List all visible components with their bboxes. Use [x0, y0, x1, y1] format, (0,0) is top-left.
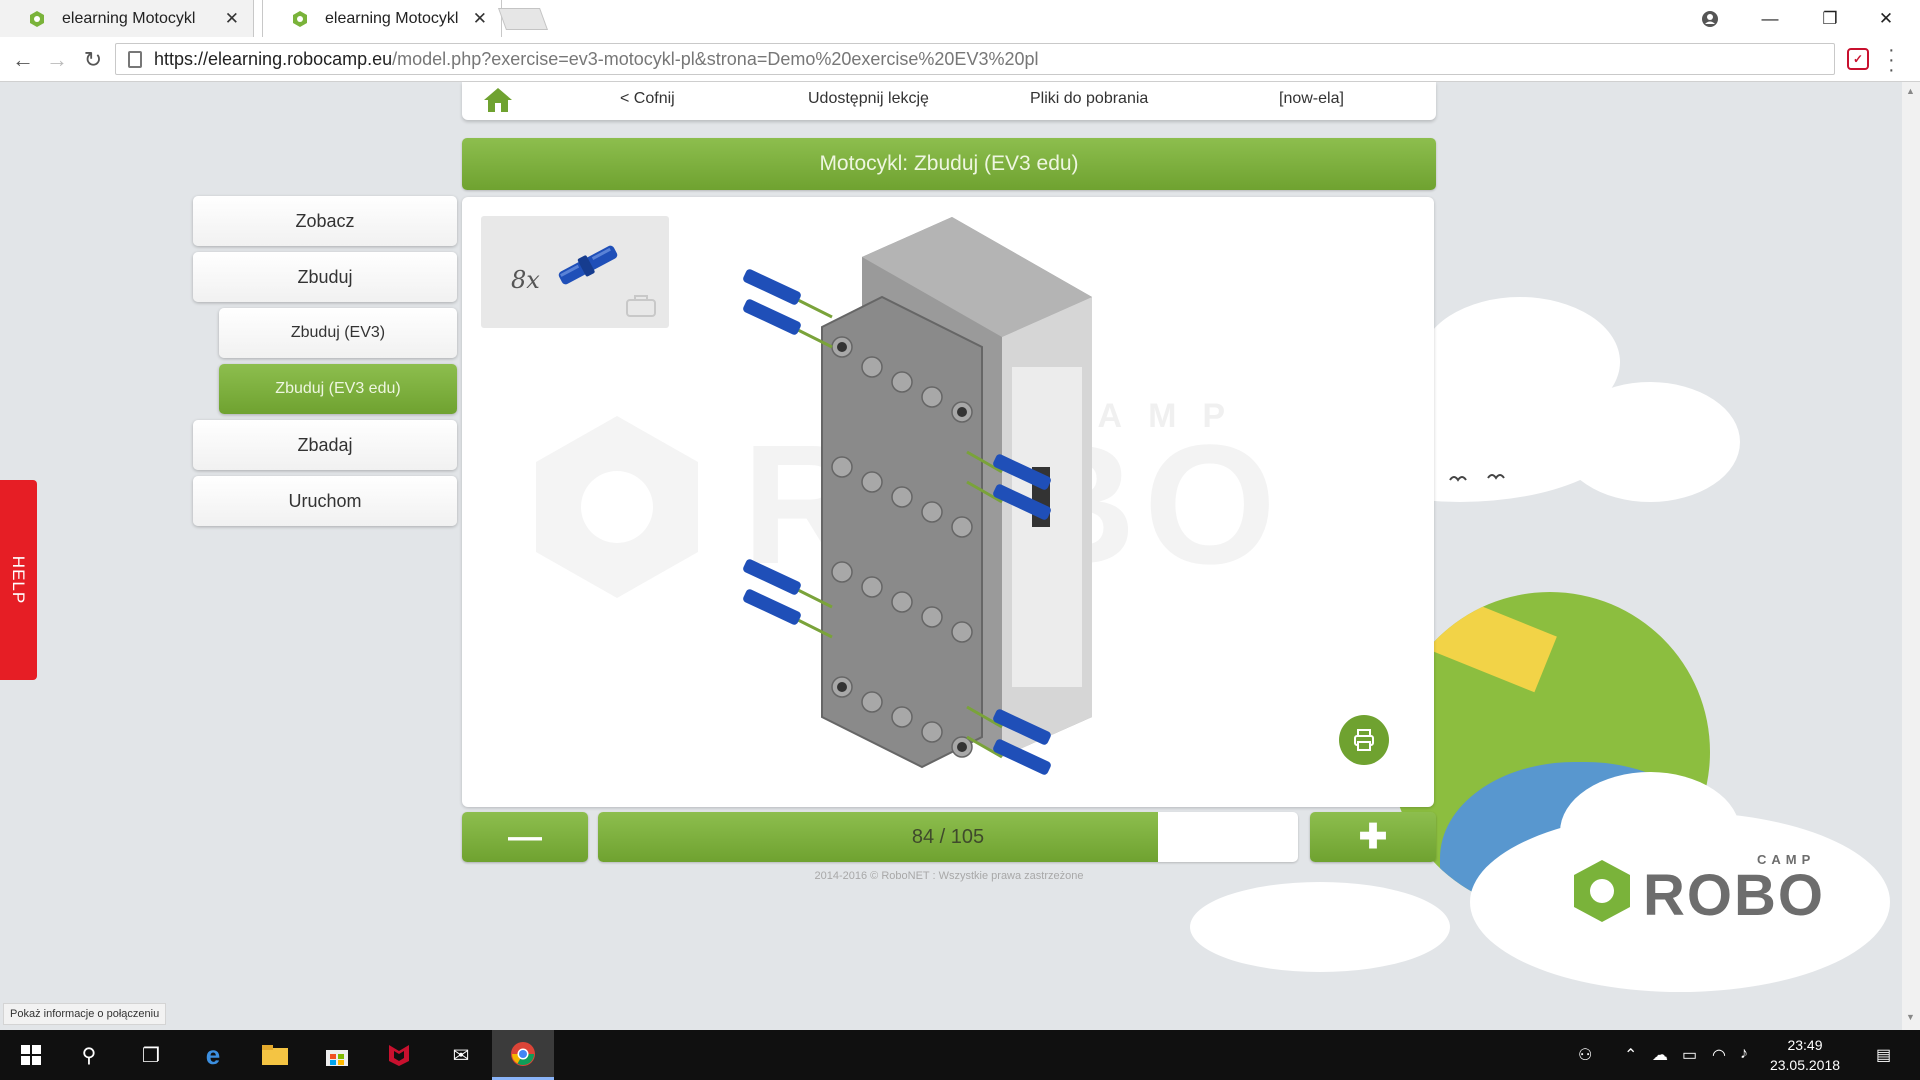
- top-navigation: < Cofnij Udostępnij lekcję Pliki do pobr…: [462, 82, 1436, 120]
- step-counter: 84 / 105: [911, 825, 985, 848]
- browser-tabstrip: elearning Motocykl ✕ elearning Motocykl …: [0, 0, 1920, 37]
- robocamp-logo-icon: [1574, 860, 1630, 922]
- next-step-button[interactable]: ✚: [1310, 812, 1436, 862]
- file-explorer-icon[interactable]: [244, 1030, 306, 1080]
- instruction-panel: CAMP ROBO 8x: [462, 197, 1434, 807]
- reload-icon[interactable]: ↻: [78, 45, 108, 75]
- address-bar: ← → ↻ https://elearning.robocamp.eu/mode…: [0, 37, 1920, 82]
- browser-tab-active[interactable]: elearning Motocykl ✕: [262, 0, 502, 37]
- profile-icon[interactable]: [1686, 0, 1734, 37]
- ev3-brick-model-illustration: [743, 217, 1092, 775]
- edge-browser-icon[interactable]: e: [182, 1030, 244, 1080]
- tray-chevron-up-icon[interactable]: ⌃: [1624, 1045, 1637, 1065]
- copyright-text: 2014-2016 © RoboNET : Wszystkie prawa za…: [814, 870, 1084, 882]
- browser-tab[interactable]: elearning Motocykl ✕: [0, 0, 254, 37]
- robocamp-favicon-icon: [30, 10, 44, 27]
- tab-title: elearning Motocykl: [325, 9, 459, 27]
- robocamp-favicon-icon: [293, 10, 307, 27]
- restore-button[interactable]: ❐: [1806, 0, 1854, 37]
- chrome-icon[interactable]: [492, 1030, 554, 1080]
- onedrive-icon[interactable]: ☁: [1652, 1045, 1668, 1065]
- bag-icon: [626, 295, 656, 317]
- url-path: /model.php?exercise=ev3-motocykl-pl&stro…: [392, 48, 1039, 69]
- windows-start-icon[interactable]: [0, 1030, 62, 1080]
- store-icon[interactable]: [306, 1030, 368, 1080]
- search-icon[interactable]: ⚲: [58, 1030, 120, 1080]
- url-field[interactable]: https://elearning.robocamp.eu/model.php?…: [115, 43, 1835, 75]
- mcafee-extension-icon[interactable]: ✓: [1847, 48, 1869, 70]
- volume-icon[interactable]: ♪: [1740, 1045, 1748, 1063]
- browser-menu-icon[interactable]: · · ·: [1888, 40, 1895, 80]
- battery-icon[interactable]: ▭: [1682, 1045, 1697, 1065]
- part-count: 8x: [511, 266, 540, 294]
- birds-illustration: [1449, 474, 1505, 482]
- help-tab[interactable]: HELP: [0, 480, 37, 680]
- connection-info-tooltip: Pokaż informacje o połączeniu: [3, 1003, 167, 1025]
- back-arrow-icon[interactable]: ←: [8, 45, 38, 75]
- sidebar-item-zbuduj-ev3-edu[interactable]: Zbuduj (EV3 edu): [219, 364, 457, 414]
- sidebar-item-zbuduj[interactable]: Zbuduj: [193, 252, 457, 302]
- wifi-icon[interactable]: ◠: [1712, 1045, 1726, 1065]
- field-illustration: [1423, 592, 1557, 693]
- close-tab-icon[interactable]: ✕: [473, 9, 487, 29]
- page-info-icon[interactable]: [128, 50, 142, 68]
- people-icon[interactable]: ⚇: [1578, 1045, 1592, 1065]
- new-tab-button[interactable]: [497, 8, 549, 30]
- previous-step-button[interactable]: —: [462, 812, 588, 862]
- task-view-icon[interactable]: ❐: [120, 1030, 182, 1080]
- forward-arrow-icon[interactable]: →: [42, 45, 72, 75]
- sidebar-item-uruchom[interactable]: Uruchom: [193, 476, 457, 526]
- sidebar-item-zobacz[interactable]: Zobacz: [193, 196, 457, 246]
- step-progress-bar[interactable]: 84 / 105: [598, 812, 1298, 862]
- page-title: Motocykl: Zbuduj (EV3 edu): [462, 138, 1436, 190]
- scroll-up-icon[interactable]: ▲: [1906, 86, 1915, 96]
- sidebar-item-zbadaj[interactable]: Zbadaj: [193, 420, 457, 470]
- print-button[interactable]: [1339, 715, 1389, 765]
- clock-time: 23:49: [1787, 1037, 1823, 1053]
- minimize-button[interactable]: —: [1746, 0, 1794, 37]
- print-icon: [1354, 729, 1374, 751]
- help-label: HELP: [9, 555, 29, 605]
- blue-pin-part-icon: [558, 245, 618, 285]
- parts-list: 8x: [481, 216, 669, 328]
- sidebar-item-zbuduj-ev3[interactable]: Zbuduj (EV3): [219, 308, 457, 358]
- mail-icon[interactable]: ✉: [430, 1030, 492, 1080]
- action-center-icon[interactable]: ▤: [1876, 1045, 1891, 1065]
- url-host: https://elearning.robocamp.eu: [154, 48, 393, 69]
- clock-date: 23.05.2018: [1769, 1057, 1841, 1073]
- logo-robo-text: ROBO: [1643, 863, 1825, 928]
- background-cloud: [1190, 882, 1450, 972]
- watermark-hex-icon: [536, 416, 698, 598]
- user-link[interactable]: [now-ela]: [1279, 90, 1344, 108]
- taskbar-clock[interactable]: 23:49 23.05.2018: [1760, 1035, 1850, 1075]
- home-icon[interactable]: [482, 86, 514, 114]
- mcafee-icon[interactable]: [368, 1030, 430, 1080]
- scroll-down-icon[interactable]: ▼: [1906, 1012, 1915, 1022]
- back-link[interactable]: < Cofnij: [620, 90, 675, 108]
- close-tab-icon[interactable]: ✕: [225, 9, 239, 29]
- background-cloud: [1560, 382, 1740, 502]
- close-window-button[interactable]: ✕: [1862, 0, 1910, 37]
- downloads-link[interactable]: Pliki do pobrania: [1030, 90, 1148, 108]
- windows-taskbar: ⚲ ❐ e ✉ ⚇ ⌃ ☁ ▭ ◠ ♪ 23:49 23.05.2018 ▤: [0, 1030, 1920, 1080]
- tab-title: elearning Motocykl: [62, 9, 196, 27]
- page-scrollbar[interactable]: ▲ ▼: [1902, 82, 1920, 1030]
- share-lesson-link[interactable]: Udostępnij lekcję: [808, 90, 929, 108]
